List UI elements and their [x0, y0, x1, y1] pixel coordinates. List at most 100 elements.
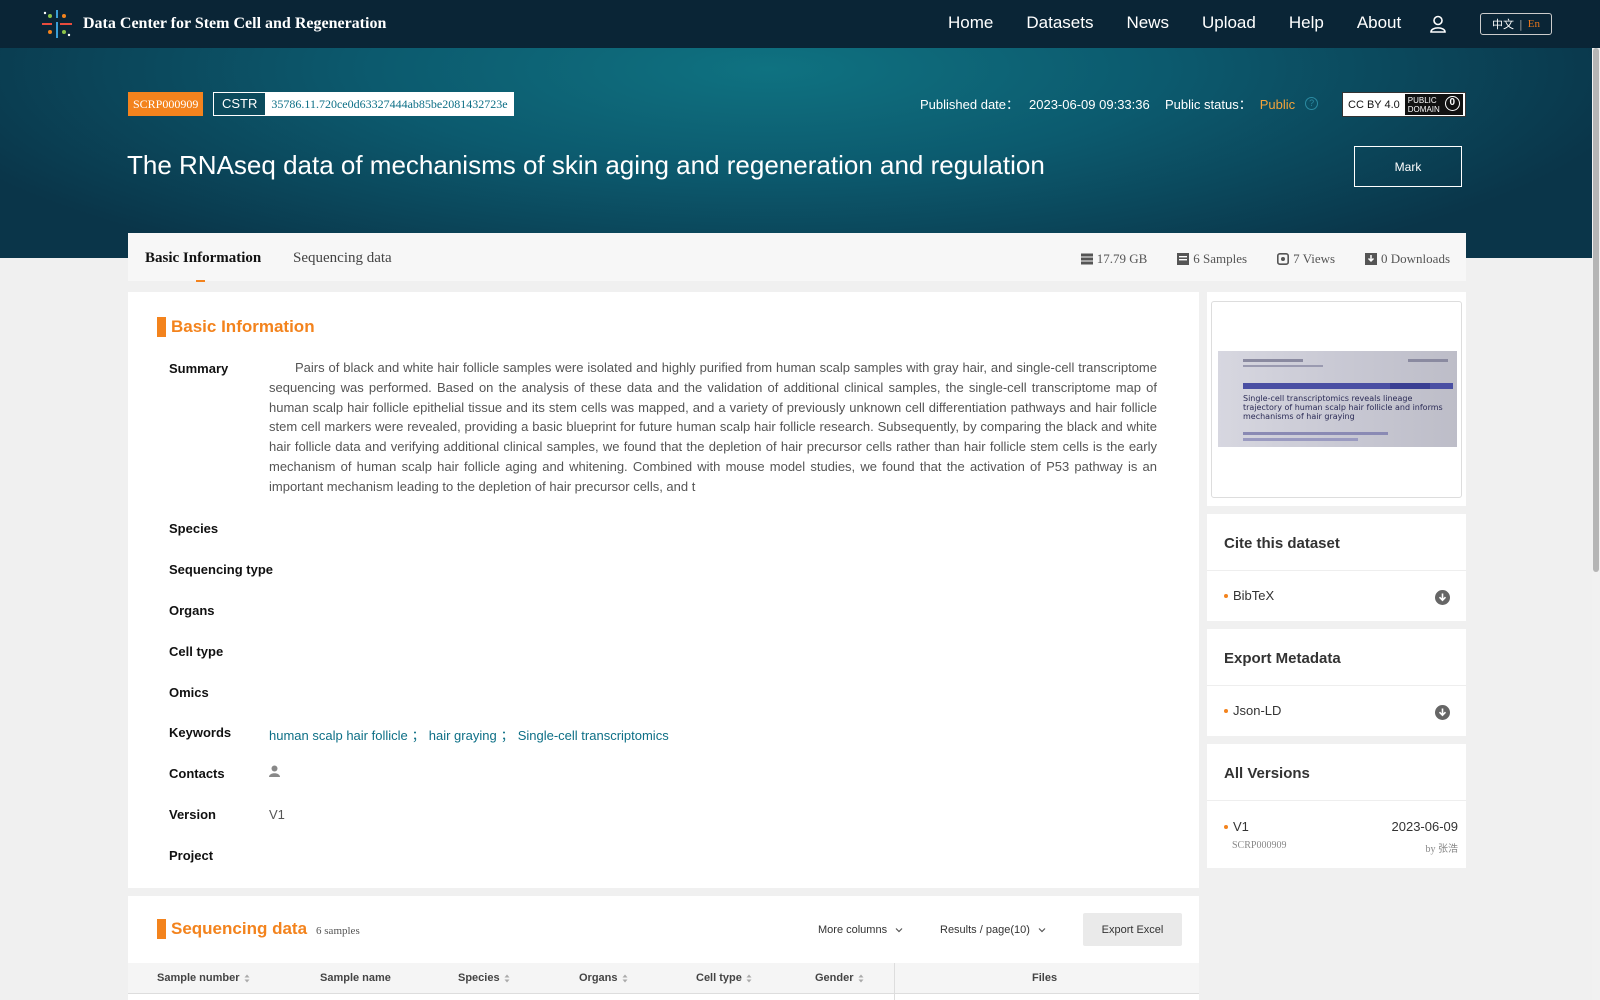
divider	[1207, 685, 1466, 686]
sequencing-data-panel: Sequencing data 6 samples More columns R…	[128, 896, 1199, 1000]
paper-authors	[1243, 432, 1388, 435]
samples-icon	[1177, 253, 1190, 265]
cell-type-label: Cell type	[169, 644, 224, 659]
sequencing-section-header: Sequencing data 6 samples	[157, 919, 360, 939]
lang-separator: |	[1519, 17, 1523, 31]
license-badge[interactable]: CC BY 4.0 PUBLIC DOMAIN 0	[1342, 92, 1466, 117]
nav-home[interactable]: Home	[948, 13, 993, 33]
nav-datasets[interactable]: Datasets	[1026, 13, 1093, 33]
nav-upload[interactable]: Upload	[1202, 13, 1256, 33]
user-icon[interactable]	[1430, 15, 1446, 33]
column-header-organs[interactable]: Organs	[579, 972, 628, 984]
sort-icon[interactable]	[244, 974, 250, 983]
public-domain-icon: PUBLIC DOMAIN 0	[1404, 94, 1463, 115]
lang-zh[interactable]: 中文	[1492, 16, 1514, 32]
sort-icon[interactable]	[504, 974, 510, 983]
column-header-sample-number[interactable]: Sample number	[157, 972, 250, 984]
bibtex-label: BibTeX	[1233, 588, 1275, 603]
help-icon[interactable]: ?	[1305, 97, 1319, 110]
stat-views: 7 Views	[1277, 251, 1335, 267]
contacts-label: Contacts	[169, 766, 225, 781]
jsonld-item[interactable]: Json-LD	[1224, 703, 1281, 718]
language-switch[interactable]: 中文 | En	[1480, 13, 1552, 35]
column-label: Organs	[579, 972, 618, 984]
page-scrollbar[interactable]	[1592, 48, 1600, 1000]
more-columns-dropdown[interactable]: More columns	[818, 924, 903, 936]
keywords-label: Keywords	[169, 725, 232, 740]
results-per-page-dropdown[interactable]: Results / page(10)	[940, 924, 1046, 936]
sort-icon[interactable]	[746, 974, 752, 983]
column-divider	[894, 963, 895, 1000]
nav-news[interactable]: News	[1126, 13, 1169, 33]
license-badge-line1: PUBLIC	[1407, 96, 1437, 105]
download-circle-icon[interactable]	[1435, 590, 1450, 605]
paper-title: Single-cell transcriptomics reveals line…	[1243, 394, 1443, 421]
page-title: The RNAseq data of mechanisms of skin ag…	[127, 150, 1045, 180]
more-columns-label: More columns	[818, 924, 888, 936]
lang-en[interactable]: En	[1528, 18, 1540, 30]
scrollbar-thumb[interactable]	[1593, 48, 1599, 572]
status-label: Public status：	[1165, 97, 1252, 112]
stat-views-value: 7 Views	[1293, 251, 1336, 266]
nav-help[interactable]: Help	[1289, 13, 1324, 33]
download-icon	[1365, 253, 1378, 265]
bullet-dot	[1224, 593, 1228, 598]
keyword-link[interactable]: Single-cell transcriptomics	[518, 728, 669, 743]
project-label: Project	[169, 848, 214, 863]
version-item[interactable]: V1	[1224, 819, 1249, 834]
per-page-label: Results / page(10)	[940, 924, 1030, 936]
paper-header-text	[1408, 359, 1448, 362]
sort-icon[interactable]	[622, 974, 628, 983]
tab-bar: Basic Information Sequencing data 17.79 …	[128, 233, 1466, 282]
contact-person-icon[interactable]	[269, 765, 280, 777]
tab-basic-information[interactable]: Basic Information	[145, 250, 261, 267]
sort-icon[interactable]	[858, 974, 864, 983]
cstr-box: CSTR 35786.11.720ce0d63327444ab85be20814…	[213, 92, 514, 116]
paper-header-text	[1243, 365, 1323, 367]
basic-section-title: Basic Information	[171, 317, 315, 336]
dataset-stats: 17.79 GB 6 Samples 7 Views 0 Downloads	[1080, 251, 1450, 267]
bullet-dot	[1224, 824, 1228, 829]
column-header-cell-type[interactable]: Cell type	[696, 972, 752, 984]
all-versions-card: All Versions V1 2023-06-09 SCRP000909 by…	[1207, 744, 1466, 868]
license-text: CC BY 4.0	[1348, 98, 1400, 111]
export-excel-button[interactable]: Export Excel	[1083, 913, 1182, 946]
cstr-value[interactable]: 35786.11.720ce0d63327444ab85be2081432723…	[266, 93, 513, 115]
section-marker	[157, 919, 166, 939]
active-tab-indicator	[196, 280, 205, 282]
column-header-species[interactable]: Species	[458, 972, 510, 984]
logo-icon[interactable]	[40, 8, 74, 40]
column-header-sample-name[interactable]: Sample name	[320, 972, 391, 984]
column-label: Sample number	[157, 972, 240, 984]
versions-title: All Versions	[1224, 765, 1310, 782]
bibtex-item[interactable]: BibTeX	[1224, 588, 1274, 603]
keyword-link[interactable]: human scalp hair follicle	[269, 728, 408, 743]
version-label: Version	[169, 807, 216, 822]
download-circle-icon[interactable]	[1435, 705, 1450, 720]
nav-about[interactable]: About	[1357, 13, 1401, 33]
divider	[1207, 570, 1466, 571]
paper-header-text	[1243, 359, 1303, 362]
stat-samples: 6 Samples	[1177, 251, 1247, 267]
version-id: SCRP000909	[1232, 840, 1287, 851]
cite-title: Cite this dataset	[1224, 535, 1340, 552]
column-label: Cell type	[696, 972, 742, 984]
export-metadata-card: Export Metadata Json-LD	[1207, 629, 1466, 736]
mark-button[interactable]: Mark	[1354, 146, 1462, 187]
section-marker	[157, 317, 166, 337]
public-status: Public status： Public?	[1165, 94, 1319, 113]
publication-thumbnail[interactable]: Single-cell transcriptomics reveals line…	[1211, 301, 1462, 498]
keyword-separator: ；	[411, 728, 425, 743]
license-badge-line2: DOMAIN	[1407, 105, 1440, 114]
column-header-gender[interactable]: Gender	[815, 972, 864, 984]
tab-sequencing-data[interactable]: Sequencing data	[293, 250, 392, 267]
column-label: Species	[458, 972, 500, 984]
site-title[interactable]: Data Center for Stem Cell and Regenerati…	[83, 15, 386, 33]
summary-label: Summary	[169, 361, 229, 376]
paper-open-access-bar	[1390, 383, 1430, 389]
cite-card: Cite this dataset BibTeX	[1207, 514, 1466, 621]
top-nav: Data Center for Stem Cell and Regenerati…	[0, 0, 1600, 48]
views-icon	[1277, 253, 1290, 265]
stat-size: 17.79 GB	[1080, 251, 1147, 267]
keyword-link[interactable]: hair graying	[429, 728, 497, 743]
